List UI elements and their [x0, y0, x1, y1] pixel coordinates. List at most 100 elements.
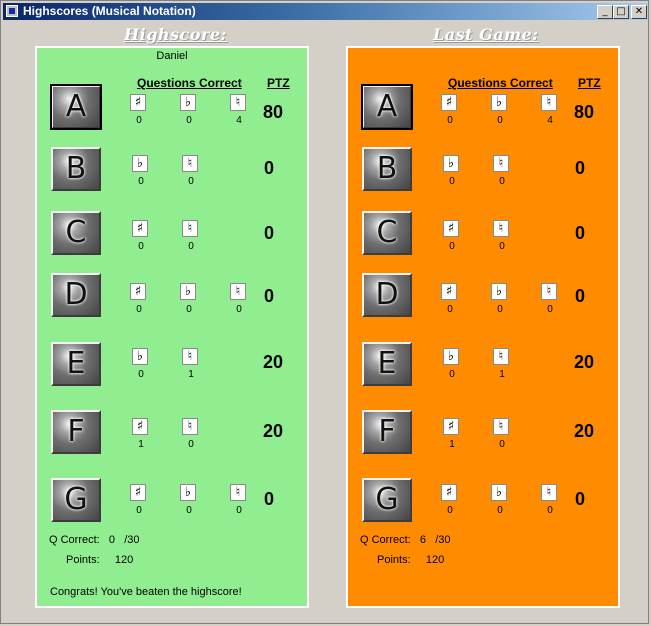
correct-count: 0 — [186, 505, 192, 516]
ptz-value: 80 — [263, 102, 284, 122]
sharp-icon: ♯ — [132, 220, 148, 237]
correct-count: 0 — [447, 115, 453, 126]
q-total: /30 — [124, 534, 140, 546]
sharp-icon: ♯ — [130, 484, 146, 501]
correct-count: 0 — [136, 505, 142, 516]
points-summary: Points: 120 — [377, 554, 444, 566]
correct-count: 0 — [236, 505, 242, 516]
note-button-a[interactable]: A — [361, 84, 413, 130]
congrats-message: Congrats! You've beaten the highscore! — [50, 586, 242, 598]
correct-count: 0 — [447, 304, 453, 315]
note-button-g[interactable]: G — [362, 478, 412, 522]
q-correct-label: Q Correct: — [360, 534, 411, 546]
flat-icon: ♭ — [180, 94, 196, 111]
maximize-button[interactable]: □ — [613, 5, 629, 19]
natural-icon: ♮ — [493, 155, 509, 172]
note-letter: B — [376, 151, 398, 186]
q-correct-summary: Q Correct: 0 /30 — [49, 534, 140, 546]
correct-count: 1 — [188, 369, 194, 380]
flat-icon: ♭ — [132, 348, 148, 365]
natural-icon: ♮ — [541, 94, 557, 111]
natural-icon: ♮ — [182, 418, 198, 435]
natural-icon: ♮ — [230, 484, 246, 501]
minimize-button[interactable]: _ — [597, 5, 613, 19]
note-button-b[interactable]: B — [362, 147, 412, 191]
highscore-heading: Highscore: — [124, 25, 227, 44]
ptz-value: 20 — [263, 421, 284, 441]
flat-icon: ♭ — [491, 283, 507, 300]
ptz-value: 0 — [264, 158, 275, 178]
flat-icon: ♭ — [180, 484, 196, 501]
note-button-f[interactable]: F — [51, 410, 101, 454]
sharp-icon: ♯ — [441, 283, 457, 300]
correct-count: 0 — [497, 304, 503, 315]
note-button-b[interactable]: B — [51, 147, 101, 191]
note-letter: A — [376, 89, 398, 124]
points-label: Points: — [66, 554, 100, 566]
last-game-heading: Last Game: — [433, 25, 539, 44]
correct-count: 0 — [186, 304, 192, 315]
note-button-f[interactable]: F — [362, 410, 412, 454]
q-correct-value: 6 — [419, 534, 427, 546]
note-letter: E — [66, 346, 86, 381]
note-button-e[interactable]: E — [51, 342, 101, 386]
q-correct-summary: Q Correct: 6 /30 — [360, 534, 451, 546]
flat-icon: ♭ — [180, 283, 196, 300]
correct-count: 0 — [136, 115, 142, 126]
sharp-icon: ♯ — [441, 484, 457, 501]
natural-icon: ♮ — [541, 283, 557, 300]
sharp-icon: ♯ — [132, 418, 148, 435]
correct-count: 1 — [449, 439, 455, 450]
note-letter: G — [64, 482, 88, 517]
flat-icon: ♭ — [132, 155, 148, 172]
ptz-value: 80 — [574, 102, 595, 122]
ptz-header: PTZ — [578, 76, 601, 90]
correct-count: 4 — [547, 115, 553, 126]
correct-count: 0 — [138, 369, 144, 380]
note-button-a[interactable]: A — [50, 84, 102, 130]
note-letter: D — [375, 277, 399, 312]
correct-count: 0 — [138, 241, 144, 252]
last-game-panel: Questions Correct PTZ Q Correct: 6 /30 P… — [346, 46, 620, 608]
correct-count: 0 — [499, 176, 505, 187]
note-button-d[interactable]: D — [362, 273, 412, 317]
correct-count: 0 — [188, 176, 194, 187]
natural-icon: ♮ — [230, 283, 246, 300]
correct-count: 0 — [138, 176, 144, 187]
ptz-value: 20 — [574, 421, 595, 441]
q-correct-label: Q Correct: — [49, 534, 100, 546]
natural-icon: ♮ — [182, 220, 198, 237]
correct-count: 0 — [136, 304, 142, 315]
app-icon[interactable] — [6, 5, 18, 17]
correct-count: 0 — [188, 241, 194, 252]
correct-count: 0 — [499, 241, 505, 252]
q-total: /30 — [435, 534, 451, 546]
correct-count: 0 — [449, 369, 455, 380]
correct-count: 1 — [138, 439, 144, 450]
title-bar[interactable]: Highscores (Musical Notation) _ □ ✕ — [3, 3, 648, 20]
note-button-c[interactable]: C — [51, 211, 101, 255]
note-button-c[interactable]: C — [362, 211, 412, 255]
correct-count: 0 — [186, 115, 192, 126]
player-name: Daniel — [156, 50, 188, 62]
correct-count: 0 — [547, 304, 553, 315]
correct-count: 0 — [497, 115, 503, 126]
note-button-e[interactable]: E — [362, 342, 412, 386]
points-summary: Points: 120 — [66, 554, 133, 566]
close-button[interactable]: ✕ — [631, 5, 647, 19]
ptz-value: 0 — [575, 489, 586, 509]
highscore-panel: Daniel Questions Correct PTZ Q Correct: … — [35, 46, 309, 608]
ptz-value: 0 — [264, 223, 275, 243]
note-button-d[interactable]: D — [51, 273, 101, 317]
note-letter: C — [65, 215, 87, 250]
flat-icon: ♭ — [443, 155, 459, 172]
note-button-g[interactable]: G — [51, 478, 101, 522]
correct-count: 0 — [188, 439, 194, 450]
flat-icon: ♭ — [443, 348, 459, 365]
sharp-icon: ♯ — [130, 94, 146, 111]
flat-icon: ♭ — [491, 94, 507, 111]
highscores-window: Highscores (Musical Notation) _ □ ✕ High… — [0, 0, 649, 624]
ptz-value: 0 — [264, 489, 275, 509]
natural-icon: ♮ — [493, 220, 509, 237]
ptz-value: 20 — [574, 352, 595, 372]
